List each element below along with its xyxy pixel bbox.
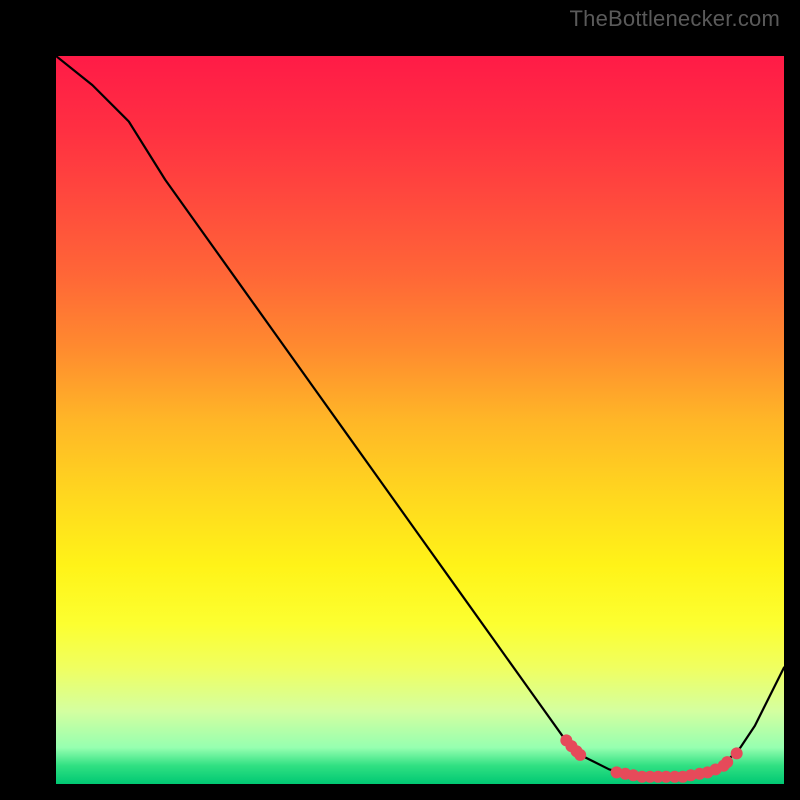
marker-dot	[721, 756, 733, 768]
marker-dot	[731, 747, 743, 759]
watermark-text: TheBottlenecker.com	[570, 6, 780, 32]
marker-dot	[574, 749, 586, 761]
gradient-background	[56, 56, 784, 784]
bottleneck-chart	[56, 56, 784, 784]
chart-frame	[20, 20, 780, 780]
